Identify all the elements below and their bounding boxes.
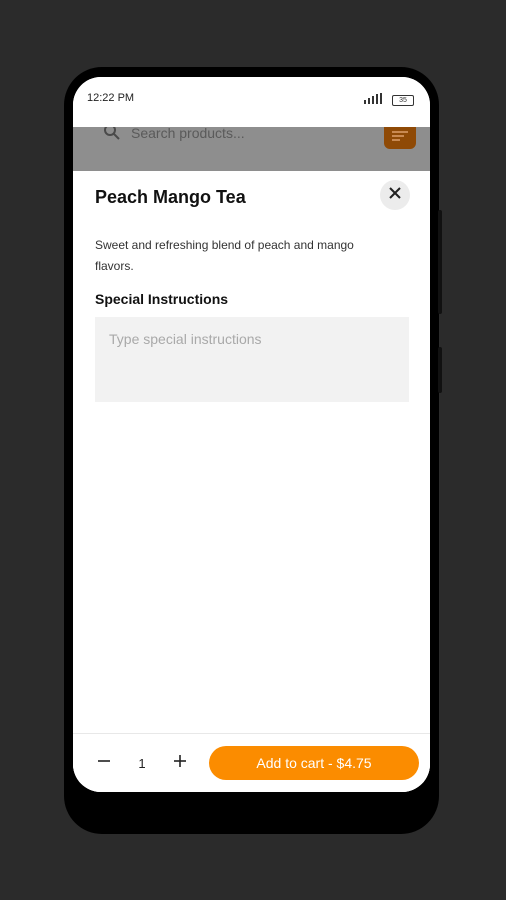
status-icons: 35: [364, 91, 414, 109]
status-bar: 12:22 PM 35: [73, 77, 430, 127]
special-instructions-label: Special Instructions: [95, 291, 229, 307]
status-time: 12:22 PM: [87, 92, 135, 104]
battery-icon: 35: [392, 94, 414, 106]
volume-button: [438, 210, 442, 314]
quantity-value: 1: [138, 755, 146, 771]
product-description: Sweet and refreshing blend of peach and …: [95, 238, 354, 273]
signal-icon: [364, 91, 386, 109]
quantity-stepper: 1: [87, 746, 197, 780]
plus-icon: [173, 754, 187, 773]
filter-icon: [392, 129, 408, 147]
close-button[interactable]: [380, 180, 410, 210]
cart-bar: 1 Add to cart - $4.75: [73, 733, 430, 792]
power-button: [438, 347, 442, 393]
product-bottom-sheet: Peach Mango Tea Sweet and refreshing ble…: [73, 171, 430, 792]
product-title: Peach Mango Tea: [95, 187, 246, 207]
special-instructions-input[interactable]: [95, 317, 409, 402]
increase-quantity-button[interactable]: [163, 746, 197, 780]
battery-level: 35: [399, 96, 407, 104]
background-search-bar: Search products...: [73, 124, 430, 171]
screen: 12:22 PM 35 Search products... Peach Man…: [73, 77, 430, 792]
filter-button: [384, 127, 416, 149]
close-icon: [388, 186, 402, 205]
add-to-cart-button[interactable]: Add to cart - $4.75: [209, 746, 419, 780]
phone-frame: 12:22 PM 35 Search products... Peach Man…: [64, 67, 442, 834]
minus-icon: [97, 754, 111, 773]
background-search-placeholder: Search products...: [131, 125, 245, 141]
decrease-quantity-button[interactable]: [87, 746, 121, 780]
